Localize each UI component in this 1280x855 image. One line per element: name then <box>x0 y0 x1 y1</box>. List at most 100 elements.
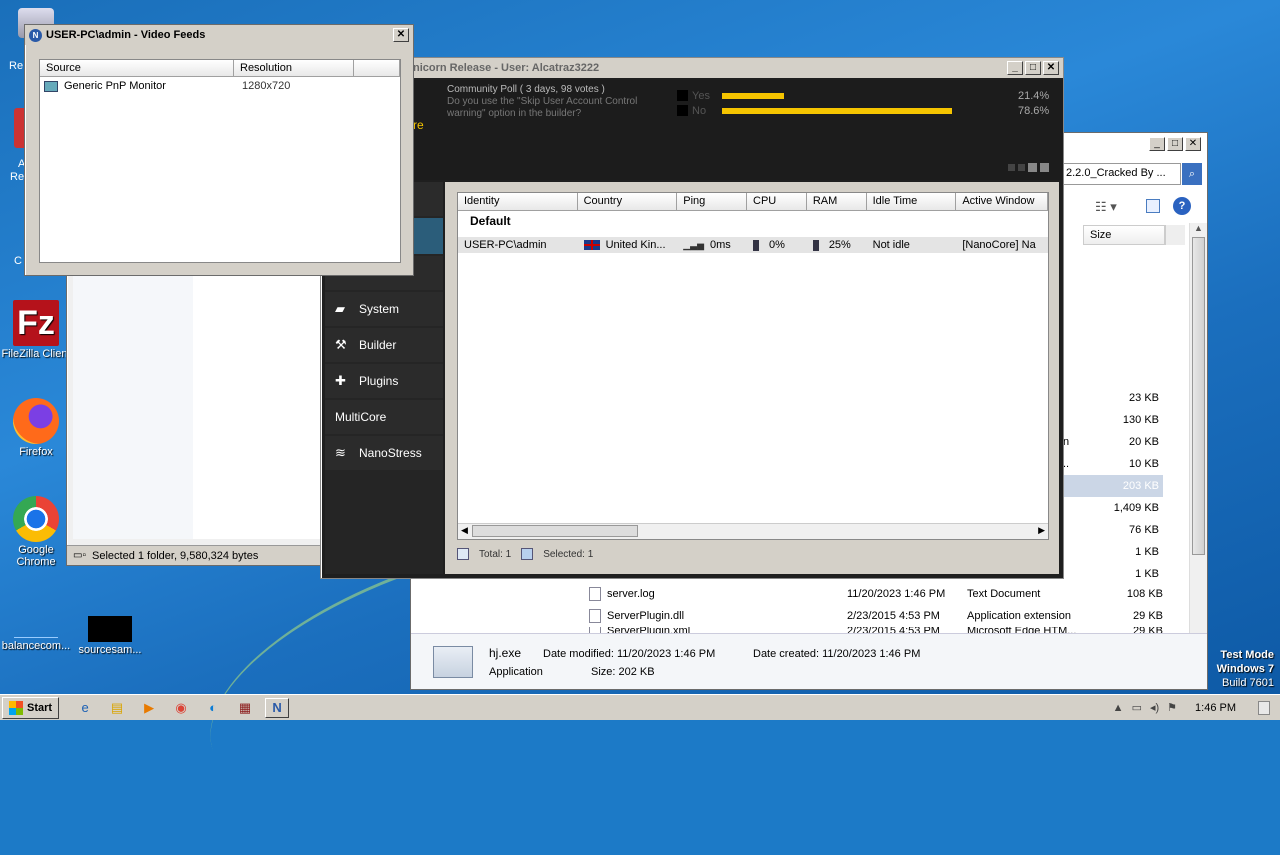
file-size: 1 KB <box>1135 568 1159 580</box>
media-player-icon[interactable]: ▶ <box>137 698 161 718</box>
column-header-identity[interactable]: Identity <box>458 193 578 210</box>
column-header-end <box>1165 225 1185 245</box>
close-button[interactable]: ✕ <box>1185 137 1201 151</box>
brand-accent-text: re <box>413 118 424 132</box>
details-filename: hj.exe <box>489 646 522 660</box>
sidebar-item-system[interactable]: ▰ System <box>325 292 443 326</box>
minimize-button[interactable]: _ <box>1149 137 1165 151</box>
file-size: 108 KB <box>1126 588 1163 600</box>
clients-panel: Identity Country Ping CPU RAM Idle Time Active… <box>445 182 1059 574</box>
preview-pane-icon[interactable] <box>1146 199 1160 213</box>
scroll-thumb[interactable] <box>1192 237 1205 555</box>
nanocore-titlebar[interactable]: nicorn Release - User: Alcatraz3222 _ □ … <box>321 58 1063 78</box>
sidebar-item-multicore[interactable]: MultiCore <box>325 400 443 434</box>
flag-icon[interactable]: ⚑ <box>1167 701 1177 714</box>
column-header-size[interactable]: Size <box>1083 225 1165 245</box>
winrar-icon[interactable]: ▦ <box>233 698 257 718</box>
poll-option-box <box>677 90 688 101</box>
clients-table-header: Identity Country Ping CPU RAM Idle Time Active… <box>458 193 1048 211</box>
column-header-country[interactable]: Country <box>577 193 678 210</box>
table-row[interactable]: ServerPlugin.dll 2/23/2015 4:53 PM Applica… <box>589 605 1189 627</box>
poll-bar <box>722 107 952 114</box>
desktop-icon-filezilla[interactable]: Fz FileZilla Client <box>0 300 72 360</box>
file-name-fragment <box>1063 409 1083 431</box>
column-header-source[interactable]: Source <box>40 60 234 76</box>
explorer-icon[interactable]: ▤ <box>105 698 129 718</box>
file-name-fragment <box>1063 519 1083 541</box>
file-date: 2/23/2015 4:53 PM <box>847 610 940 622</box>
close-button[interactable]: ✕ <box>1043 61 1059 75</box>
table-row[interactable]: server.log 11/20/2023 1:46 PM Text Documen… <box>589 583 1189 605</box>
show-desktop-button[interactable] <box>1258 700 1270 715</box>
sidebar-item-builder[interactable]: ⚒ Builder <box>325 328 443 362</box>
scroll-up-icon[interactable]: ▲ <box>1190 223 1207 233</box>
group-header-default[interactable]: Default <box>458 211 1048 231</box>
window-title: USER-PC\admin - Video Feeds <box>46 29 206 41</box>
selected-count: Selected: 1 <box>543 548 594 560</box>
desktop-icon-chrome[interactable]: Google Chrome <box>0 496 72 568</box>
desktop-icon-label: sourcesam... <box>78 644 142 656</box>
horizontal-scrollbar[interactable]: ◀ ▶ <box>458 523 1048 539</box>
scroll-thumb[interactable] <box>472 525 638 537</box>
column-header-ping[interactable]: Ping <box>677 193 747 210</box>
column-header-resolution[interactable]: Resolution <box>234 60 354 76</box>
network-icon[interactable]: ▭ <box>1132 701 1142 714</box>
cell-identity: USER-PC\admin <box>458 239 578 251</box>
sidebar-item-label: System <box>359 302 400 316</box>
start-button[interactable]: Start <box>2 696 60 719</box>
clients-status-bar: Total: 1 Selected: 1 <box>457 548 593 560</box>
help-icon[interactable]: ? <box>1173 197 1191 215</box>
cpu-meter-icon <box>753 239 759 251</box>
video-feeds-titlebar[interactable]: N USER-PC\admin - Video Feeds ✕ <box>25 25 413 45</box>
window-controls: _ □ ✕ <box>1147 137 1201 151</box>
tray-expand-icon[interactable]: ▲ <box>1113 702 1124 714</box>
ie-icon[interactable]: e <box>73 698 97 718</box>
sidebar-item-nanostress[interactable]: ≋ NanoStress <box>325 436 443 470</box>
clock[interactable]: 1:46 PM <box>1195 702 1236 714</box>
file-icon <box>14 610 58 638</box>
volume-icon[interactable]: ◂) <box>1150 701 1159 714</box>
start-label: Start <box>27 701 53 714</box>
cell-ram: 25% <box>807 239 867 251</box>
drive-icon: ▭▫ <box>73 550 86 561</box>
vertical-scrollbar[interactable]: ▲ <box>1189 223 1207 635</box>
list-item[interactable]: Generic PnP Monitor 1280x720 <box>40 77 400 95</box>
column-header-active-window[interactable]: Active Window <box>956 193 1048 210</box>
column-header-ram[interactable]: RAM <box>806 193 867 210</box>
file-list: server.log 11/20/2023 1:46 PM Text Documen… <box>589 583 1189 635</box>
desktop-icon-label: balancecom... <box>1 640 71 652</box>
search-box[interactable]: 2.2.0_Cracked By ... <box>1063 163 1181 185</box>
nanocore-taskbar-icon[interactable]: N <box>265 697 290 718</box>
scroll-left-icon[interactable]: ◀ <box>461 525 468 536</box>
file-name-fragment <box>1063 387 1083 409</box>
desktop-icon-balancecom[interactable]: balancecom... <box>0 610 72 652</box>
feed-source: Generic PnP Monitor <box>64 80 166 92</box>
pager-dots[interactable] <box>1008 163 1049 172</box>
column-header-idle-time[interactable]: Idle Time <box>866 193 957 210</box>
column-header-cpu[interactable]: CPU <box>747 193 807 210</box>
file-icon <box>589 587 601 601</box>
watermark-mode: Test Mode <box>1220 649 1274 661</box>
table-row[interactable]: USER-PC\admin United Kin... ▁▃▅ 0ms 0% 25% Not… <box>458 237 1048 253</box>
view-options-icon[interactable]: ☷ ▾ <box>1095 199 1117 215</box>
minimize-button[interactable]: _ <box>1007 61 1023 75</box>
desktop-icon-sourcesam[interactable]: sourcesam... <box>74 610 146 656</box>
poll-percent: 78.6% <box>1018 104 1050 117</box>
close-button[interactable]: ✕ <box>393 28 409 42</box>
window-title: nicorn Release - User: Alcatraz3222 <box>413 62 600 74</box>
chrome-taskbar-icon[interactable]: ◉ <box>169 698 193 718</box>
poll-results: Yes 21.4% No 78.6% <box>677 88 1059 118</box>
desktop-icon-firefox[interactable]: Firefox <box>0 398 72 458</box>
desktop-partial-label: Re <box>9 60 24 72</box>
signal-icon: ▁▃▅ <box>683 239 704 250</box>
maximize-button[interactable]: □ <box>1025 61 1041 75</box>
edge-icon[interactable]: ◐ <box>201 698 225 718</box>
scroll-right-icon[interactable]: ▶ <box>1038 525 1045 536</box>
window-value: [NanoCore] Na <box>962 239 1036 251</box>
maximize-button[interactable]: □ <box>1167 137 1183 151</box>
search-icon[interactable]: ⌕ <box>1182 163 1202 185</box>
sidebar-item-plugins[interactable]: ✚ Plugins <box>325 364 443 398</box>
status-bar: ▭▫ Selected 1 folder, 9,580,324 bytes <box>67 545 327 565</box>
cell-idle: Not idle <box>867 239 957 251</box>
cpu-value: 0% <box>769 239 785 251</box>
